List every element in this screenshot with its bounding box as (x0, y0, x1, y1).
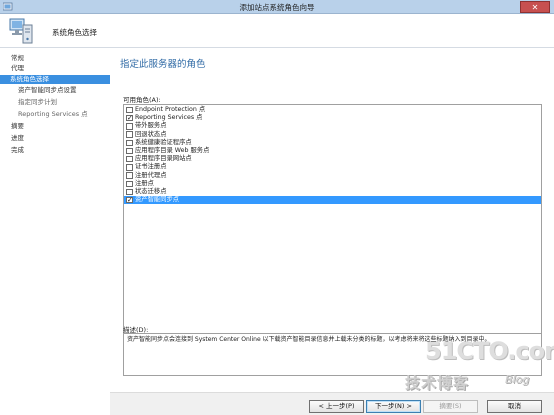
role-checkbox[interactable] (126, 172, 133, 179)
wizard-footer: < 上一步(P) 下一步(N) > 摘要(S) 取消 (110, 392, 554, 415)
window-title: 添加站点系统角色向导 (239, 3, 315, 12)
role-label: 注册点 (135, 179, 154, 187)
role-row[interactable]: 带外服务点 (124, 122, 541, 130)
role-row[interactable]: ✓ Reporting Services 点 (124, 114, 541, 122)
role-label: 应用程序目录 Web 服务点 (135, 147, 210, 154)
role-label: 注册代理点 (135, 171, 167, 179)
previous-button[interactable]: < 上一步(P) (309, 400, 364, 413)
role-checkbox[interactable] (126, 180, 133, 188)
available-roles-label: 可用角色(A): (123, 96, 161, 104)
watermark-blog: Blog (505, 373, 530, 386)
nav-item-summary[interactable]: 摘要 (0, 122, 110, 131)
role-label: 状态迁移点 (135, 188, 167, 195)
title-bar: 添加站点系统角色向导 ✕ (0, 0, 554, 14)
server-computer-icon (9, 18, 33, 44)
role-row[interactable]: 状态迁移点 (124, 188, 541, 196)
role-checkbox[interactable] (126, 139, 133, 147)
role-label: 带外服务点 (135, 122, 167, 130)
close-button[interactable]: ✕ (520, 1, 550, 13)
role-checkbox[interactable] (126, 155, 133, 163)
role-row[interactable]: 注册代理点 (124, 172, 541, 180)
next-button[interactable]: 下一步(N) > (366, 400, 421, 413)
role-row[interactable]: 系统健康验证程序点 (124, 139, 541, 147)
wizard-page-title: 系统角色选择 (52, 28, 97, 37)
role-row-selected[interactable]: ✓ 资产智能同步点 (124, 196, 541, 205)
nav-item-proxy[interactable]: 代理 (0, 64, 110, 73)
role-row[interactable]: 应用程序目录网站点 (124, 155, 541, 163)
role-checkbox[interactable] (126, 147, 133, 155)
watermark-cn: 技术博客 (405, 374, 470, 392)
role-checkbox[interactable] (126, 123, 133, 130)
role-checkbox[interactable]: ✓ (126, 197, 133, 204)
role-label: Endpoint Protection 点 (135, 106, 206, 113)
nav-item-general[interactable]: 常规 (0, 54, 110, 63)
cancel-button[interactable]: 取消 (487, 400, 542, 413)
role-checkbox[interactable]: ✓ (126, 115, 133, 122)
nav-item-progress[interactable]: 进度 (0, 134, 110, 143)
nav-item-role-selection[interactable]: 系统角色选择 (0, 75, 110, 84)
role-checkbox[interactable] (126, 164, 133, 171)
summary-button[interactable]: 摘要(S) (423, 400, 478, 413)
role-row[interactable]: 应用程序目录 Web 服务点 (124, 147, 541, 155)
role-checkbox[interactable] (126, 106, 133, 114)
role-label: Reporting Services 点 (135, 114, 203, 122)
role-row[interactable]: Endpoint Protection 点 (124, 106, 541, 114)
content-heading: 指定此服务器的角色 (120, 59, 206, 70)
role-label: 回退状态点 (135, 130, 167, 138)
role-row[interactable]: 证书注册点 (124, 163, 541, 171)
wizard-header: 系统角色选择 (0, 14, 554, 48)
role-checkbox[interactable] (126, 188, 133, 196)
role-label: 证书注册点 (135, 163, 167, 171)
watermark-site: 51CTO.com (425, 337, 554, 365)
role-label: 资产智能同步点 (135, 196, 180, 204)
wizard-nav: 常规 代理 系统角色选择 资产智能同步点设置 指定同步计划 Reporting … (0, 48, 110, 415)
role-row[interactable]: 回退状态点 (124, 131, 541, 139)
nav-item-ai-sync-settings[interactable]: 资产智能同步点设置 (0, 86, 110, 95)
role-checkbox[interactable] (126, 131, 133, 138)
role-label: 应用程序目录网站点 (135, 155, 192, 163)
nav-item-reporting-services[interactable]: Reporting Services 点 (0, 110, 110, 119)
role-row[interactable]: 注册点 (124, 180, 541, 188)
role-label: 系统健康验证程序点 (135, 138, 192, 146)
nav-item-completion[interactable]: 完成 (0, 146, 110, 155)
roles-listbox[interactable]: Endpoint Protection 点 ✓ Reporting Servic… (123, 104, 542, 366)
nav-item-sync-schedule[interactable]: 指定同步计划 (0, 98, 110, 107)
